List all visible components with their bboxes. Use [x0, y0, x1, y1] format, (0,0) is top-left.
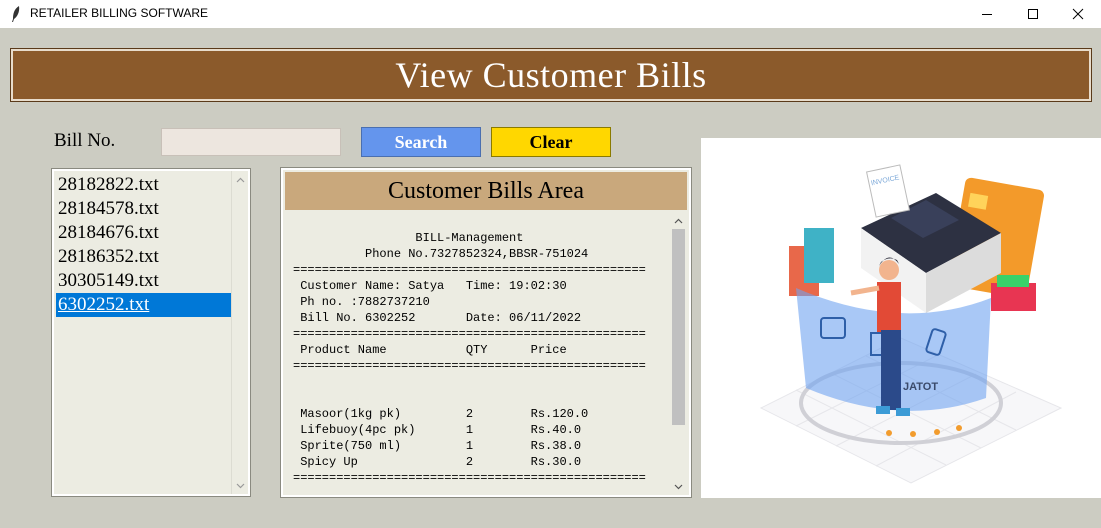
feather-icon	[10, 5, 22, 23]
bill-number-input[interactable]	[161, 128, 341, 156]
bill-line: Masoor(1kg pk) 2 Rs.120.0	[293, 407, 589, 421]
close-button[interactable]	[1055, 0, 1101, 28]
total-sign: JATOT	[903, 381, 938, 393]
app-client-area: View Customer Bills Bill No. Search Clea…	[0, 28, 1101, 528]
bill-area-header: Customer Bills Area	[285, 172, 687, 210]
bill-line: Product Name QTY Price	[293, 343, 567, 357]
bill-line: ========================================…	[293, 359, 646, 373]
bill-line: Ph no. :7882737210	[293, 295, 430, 309]
bill-line	[287, 390, 667, 406]
window-titlebar: RETAILER BILLING SOFTWARE	[0, 0, 1101, 28]
maximize-button[interactable]	[1010, 0, 1056, 28]
bill-files-listbox[interactable]: 28182822.txt 28184578.txt 28184676.txt 2…	[51, 168, 251, 497]
list-item[interactable]: 28182822.txt	[56, 173, 232, 197]
bill-line: BILL-Management	[293, 231, 524, 245]
bill-line	[287, 486, 667, 494]
close-icon	[1072, 8, 1084, 20]
chevron-up-icon	[236, 177, 245, 182]
scroll-down-arrow[interactable]	[232, 477, 249, 494]
list-item[interactable]: 28184578.txt	[56, 197, 232, 221]
pos-terminal-illustration: INVOICE JATOT	[759, 164, 1063, 484]
scroll-up-arrow[interactable]	[232, 171, 249, 188]
search-button[interactable]: Search	[361, 127, 481, 157]
list-item[interactable]: 28184676.txt	[56, 221, 232, 245]
bill-scroll-up-arrow[interactable]	[670, 212, 687, 229]
bill-scrollbar[interactable]	[670, 212, 687, 495]
clear-button[interactable]: Clear	[491, 127, 611, 157]
page-banner: View Customer Bills	[10, 48, 1092, 102]
bill-scroll-thumb[interactable]	[672, 229, 685, 425]
bill-line: Bill No. 6302252 Date: 06/11/2022	[293, 311, 582, 325]
bill-scroll-down-arrow[interactable]	[670, 478, 687, 495]
page-title: View Customer Bills	[395, 55, 707, 95]
bill-number-label: Bill No.	[54, 130, 116, 151]
minimize-button[interactable]	[964, 0, 1010, 28]
bill-line: ========================================…	[293, 263, 646, 277]
list-item[interactable]: 30305149.txt	[56, 269, 232, 293]
bill-line: ========================================…	[293, 471, 646, 485]
bill-line: ========================================…	[293, 327, 646, 341]
pos-illustration: INVOICE JATOT	[701, 138, 1101, 498]
bill-line	[287, 214, 667, 230]
bill-line: Phone No.7327852324,BBSR-751024	[293, 247, 589, 261]
list-scrollbar[interactable]	[231, 171, 248, 494]
minimize-icon	[982, 14, 992, 15]
chevron-down-icon	[236, 483, 245, 488]
chevron-down-icon	[674, 484, 683, 489]
chevron-up-icon	[674, 218, 683, 223]
maximize-icon	[1028, 9, 1038, 19]
bill-line: Sprite(750 ml) 1 Rs.38.0	[293, 439, 582, 453]
customer-bills-area: Customer Bills Area BILL-Management Phon…	[280, 167, 692, 498]
bill-line: Lifebuoy(4pc pk) 1 Rs.40.0	[293, 423, 582, 437]
bill-line: Customer Name: Satya Time: 19:02:30	[293, 279, 567, 293]
list-item[interactable]: 28186352.txt	[56, 245, 232, 269]
bill-line	[287, 374, 667, 390]
bill-text-area[interactable]: BILL-Management Phone No.7327852324,BBSR…	[287, 214, 667, 494]
bill-files-list: 28182822.txt 28184578.txt 28184676.txt 2…	[56, 173, 232, 493]
window-title: RETAILER BILLING SOFTWARE	[30, 6, 209, 20]
list-item-selected[interactable]: 6302252.txt	[56, 293, 232, 317]
bill-line: Spicy Up 2 Rs.30.0	[293, 455, 582, 469]
bill-area-title: Customer Bills Area	[388, 177, 584, 204]
